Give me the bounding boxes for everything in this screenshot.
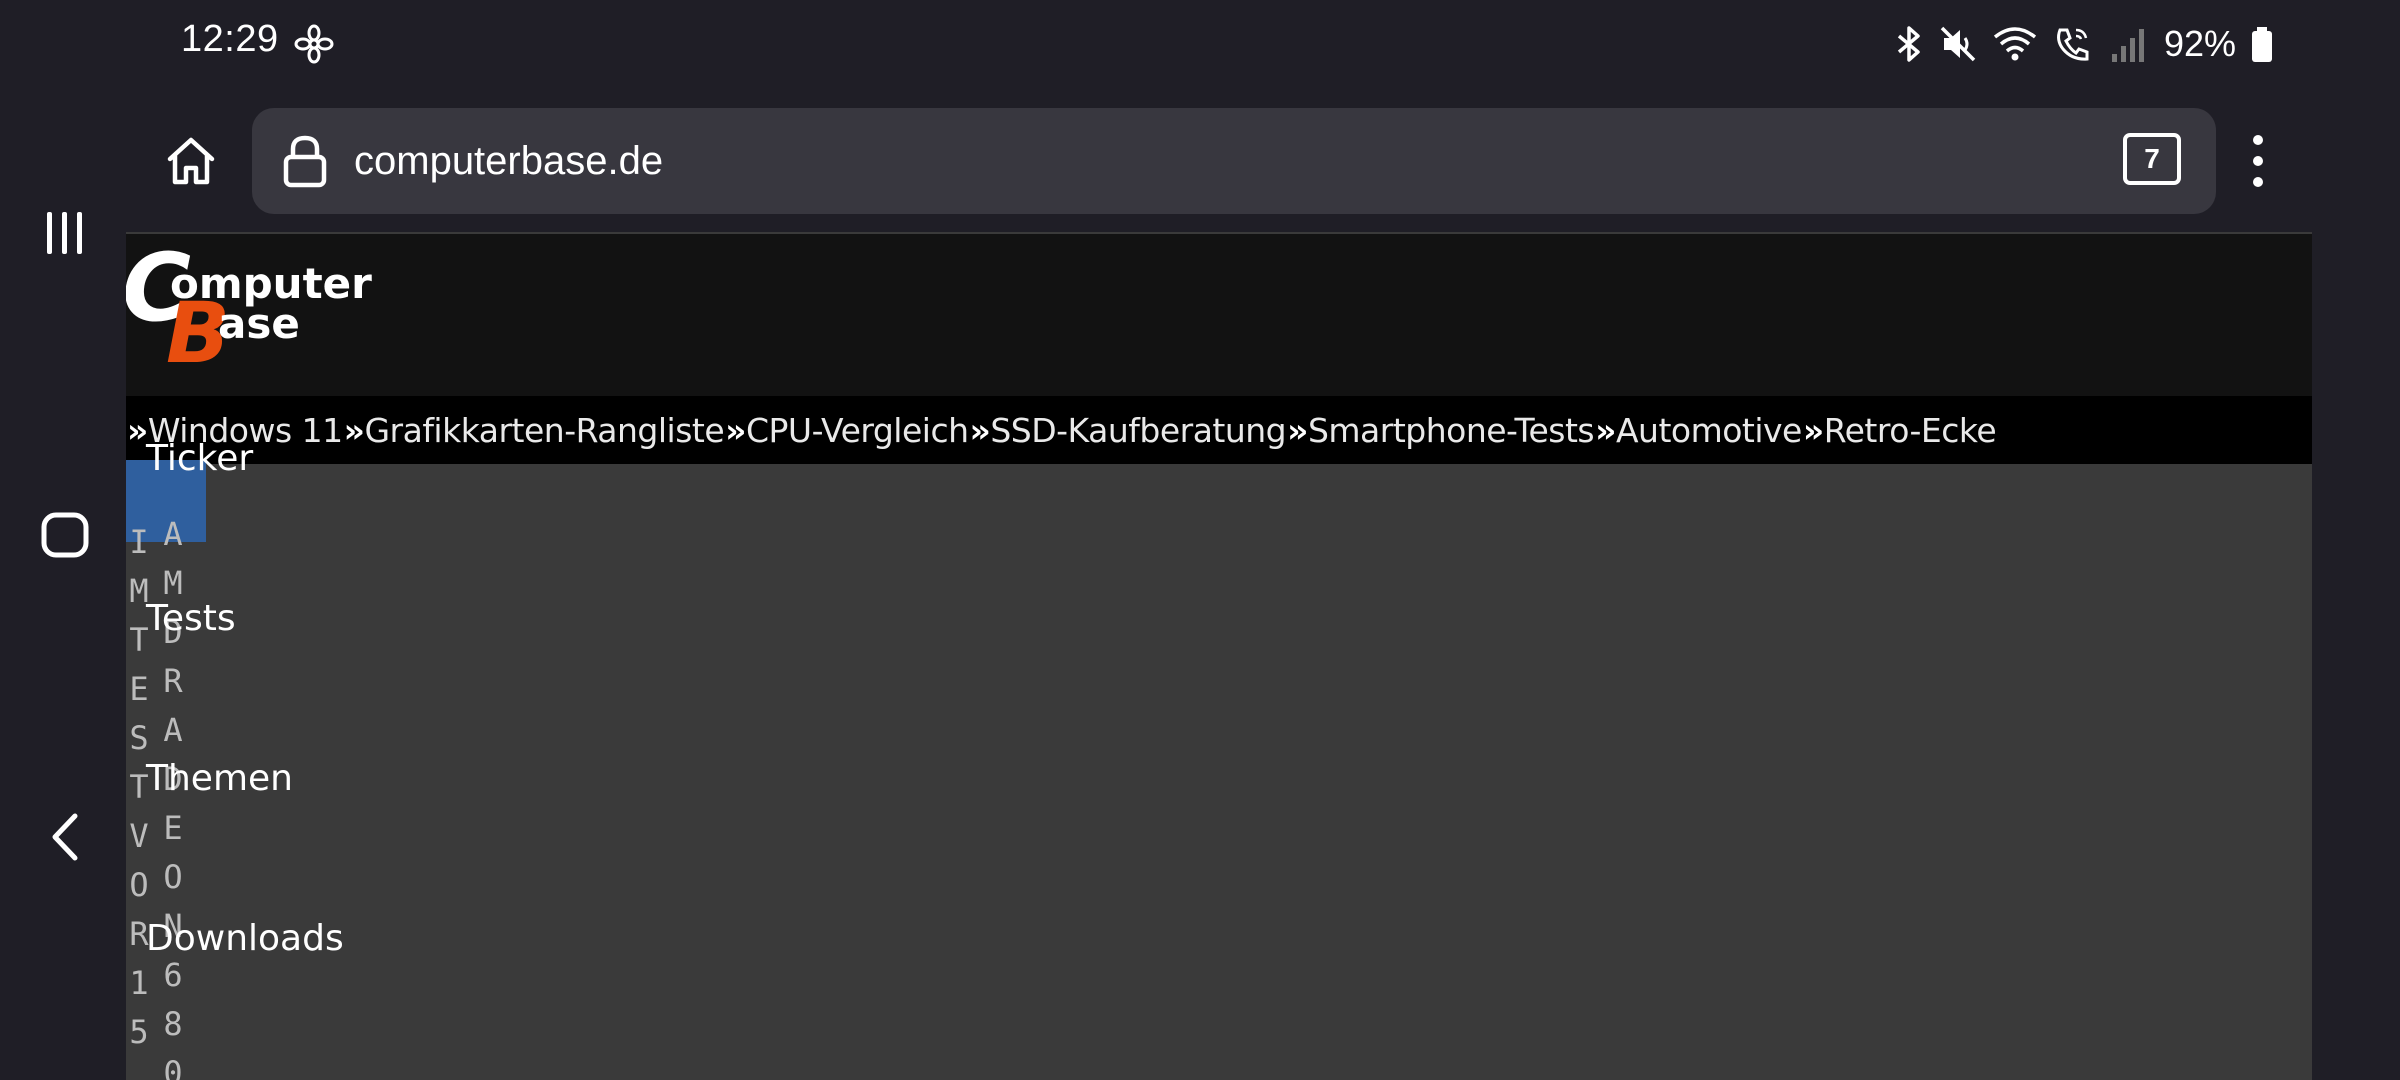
nav-separator: » [127, 410, 148, 450]
nav-separator: » [1802, 410, 1824, 450]
fan-icon [294, 24, 334, 64]
top-nav-item[interactable]: Smartphone-Tests [1308, 411, 1595, 450]
system-navigation-bar [0, 0, 126, 1080]
browser-home-button[interactable] [156, 126, 226, 196]
top-nav-item[interactable]: Retro-Ecke [1824, 411, 1997, 450]
menu-dot [2253, 177, 2263, 187]
lock-icon [283, 135, 327, 188]
status-clock: 12:29 [181, 18, 279, 60]
nav-separator: » [969, 410, 991, 450]
top-nav-item[interactable]: Automotive [1616, 411, 1802, 450]
top-nav-item[interactable]: Grafikkarten-Rangliste [364, 411, 724, 450]
back-chevron-icon [52, 813, 78, 861]
nav-separator: » [1595, 410, 1616, 450]
recent-apps-button[interactable] [30, 198, 100, 268]
wifi-icon [1993, 27, 2037, 61]
battery-percentage: 92% [2163, 23, 2236, 64]
top-nav-item[interactable]: CPU-Vergleich [746, 411, 969, 450]
url-text: computerbase.de [354, 138, 664, 183]
battery-icon [2252, 27, 2272, 62]
side-menu-themen[interactable]: Themen [146, 758, 293, 799]
mute-icon [1940, 26, 1976, 62]
side-menu-tests[interactable]: Tests [146, 598, 236, 639]
nav-separator: » [1287, 410, 1308, 450]
address-bar[interactable]: computerbase.de [252, 108, 2216, 214]
side-menu-ticker[interactable]: Ticker [146, 438, 253, 479]
signal-icon [2111, 29, 2144, 62]
browser-menu-button[interactable] [2228, 126, 2288, 196]
wifi-calling-icon [2056, 28, 2089, 61]
browser-toolbar: computerbase.de 7 [126, 90, 2314, 232]
nav-separator: » [343, 410, 365, 450]
bluetooth-icon [1897, 26, 1920, 62]
menu-dot [2253, 156, 2263, 166]
status-icons: 92% [1894, 20, 2274, 68]
status-bar: 12:29 92% [126, 0, 2314, 90]
top-nav-item[interactable]: SSD-Kaufberatung [990, 411, 1286, 450]
home-system-button[interactable] [30, 500, 100, 570]
home-square-icon [41, 512, 89, 558]
site-header: C omputer B ase [126, 234, 2312, 396]
menu-dot [2253, 135, 2263, 145]
web-content: C omputer B ase » Windows 11» Grafikkarten… [126, 232, 2312, 1080]
computerbase-logo[interactable]: C omputer B ase [126, 248, 386, 368]
nav-separator: » [725, 410, 746, 450]
side-menu-downloads[interactable]: Downloads [146, 918, 344, 959]
svg-text:ase: ase [218, 299, 300, 348]
tab-switcher-button[interactable]: 7 [2123, 133, 2181, 185]
home-icon [167, 137, 215, 185]
site-top-navigation: » Windows 11» Grafikkarten-Rangliste» CPU-V… [126, 396, 2312, 464]
back-button[interactable] [30, 802, 100, 872]
recent-apps-icon [47, 212, 82, 254]
